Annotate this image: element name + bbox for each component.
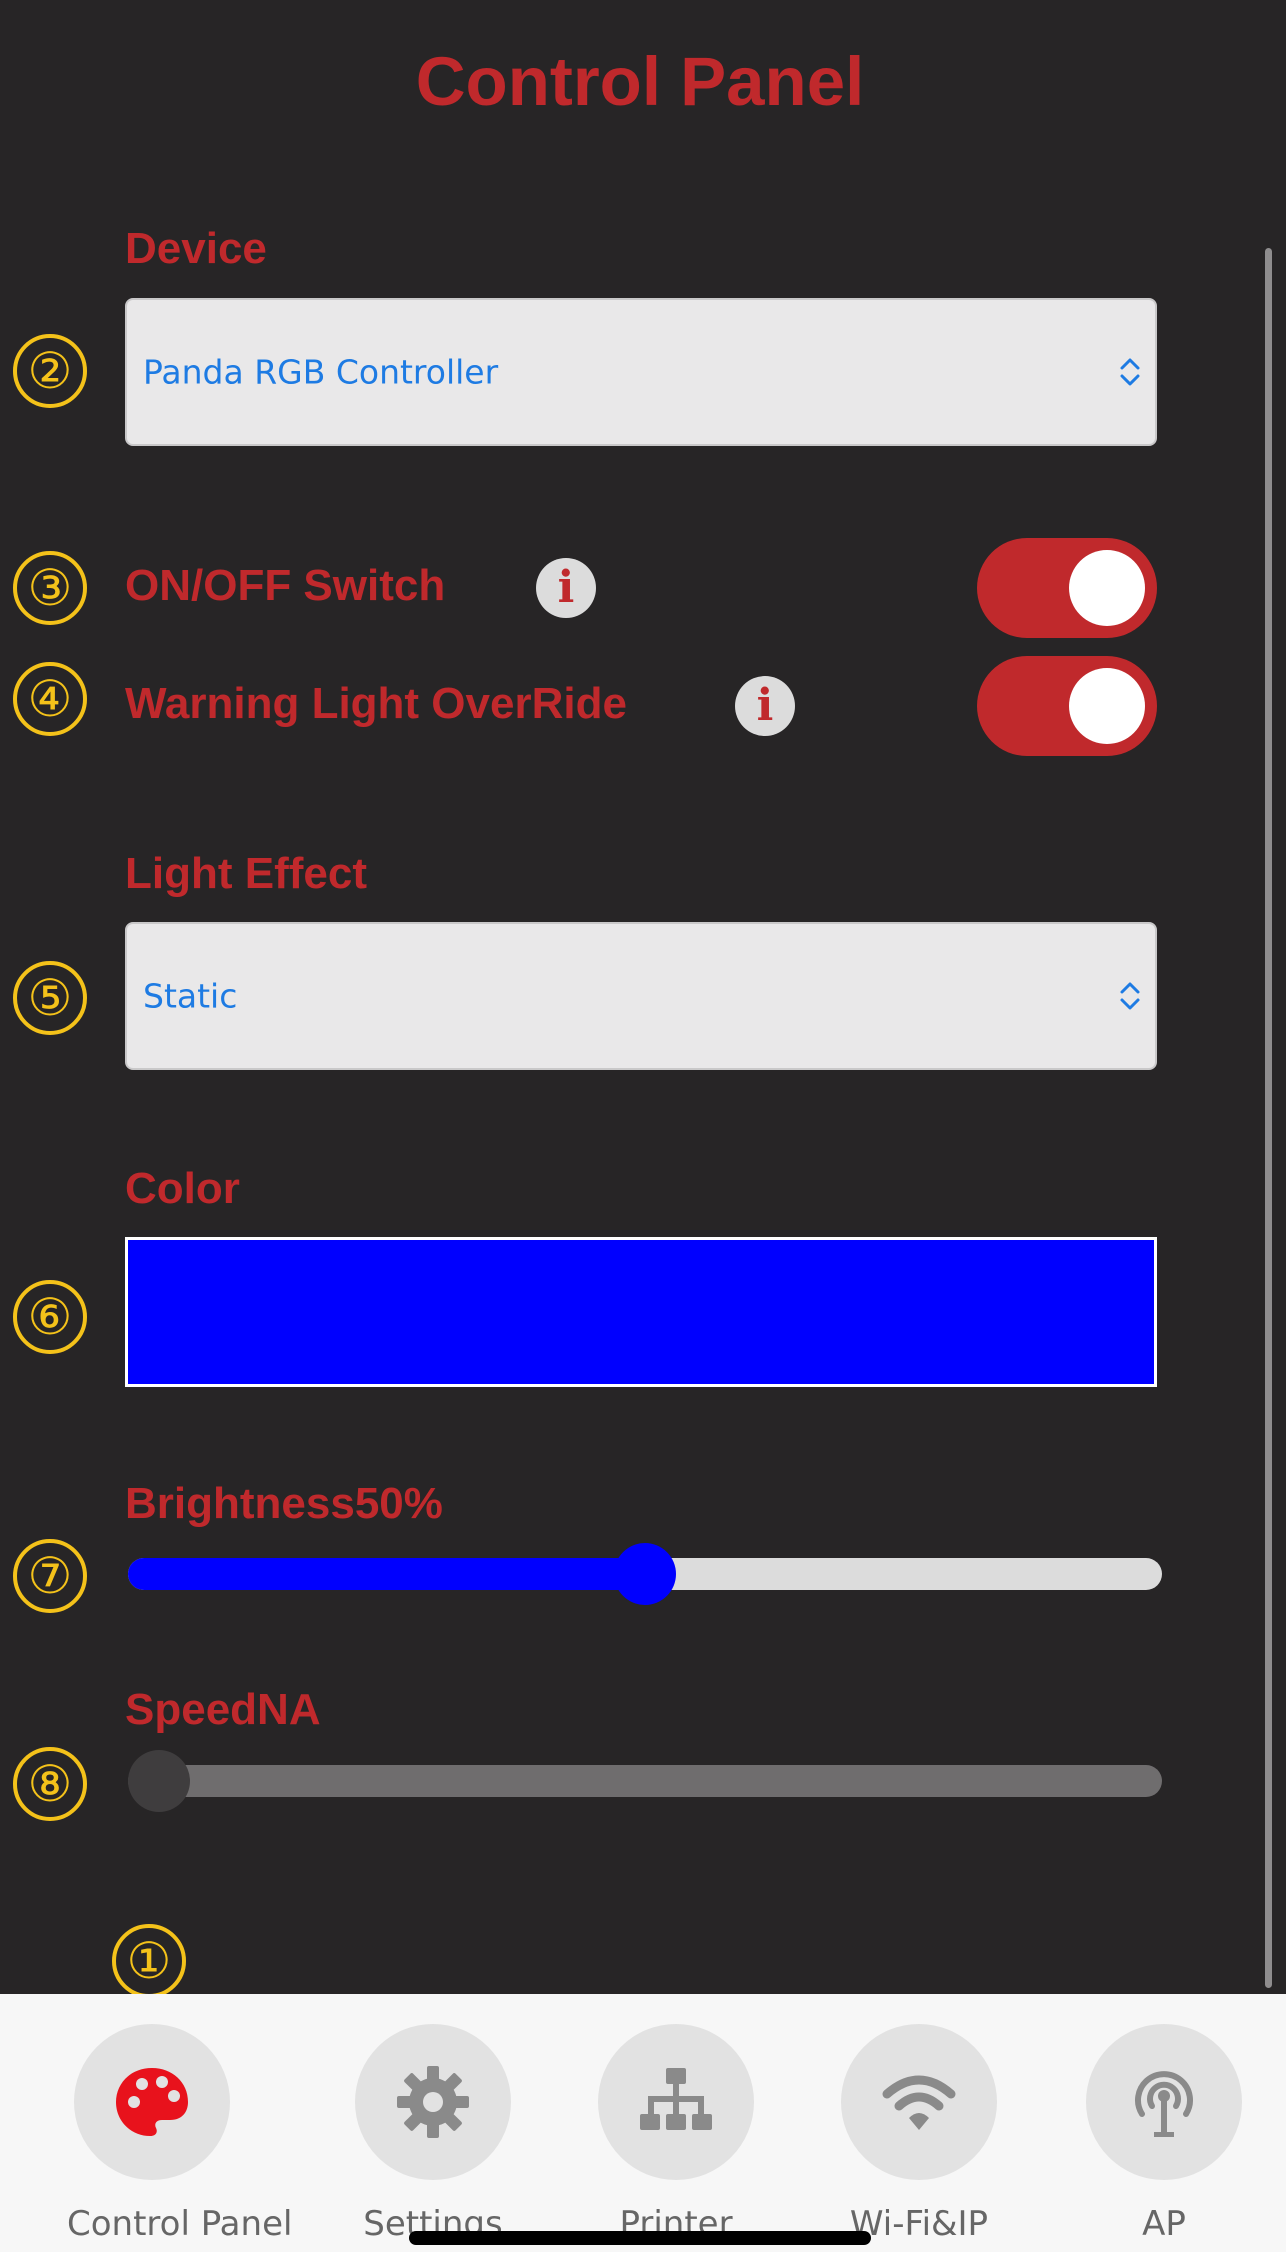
tab-settings[interactable]: Settings (348, 2024, 518, 2244)
scrollbar[interactable] (1265, 248, 1272, 1988)
home-indicator (409, 2231, 871, 2245)
marker-4: ④ (13, 662, 87, 736)
marker-1: ① (112, 1924, 186, 1998)
network-icon (640, 2068, 712, 2130)
palette-icon (116, 2068, 188, 2136)
light-effect-select[interactable]: Static (125, 922, 1157, 1070)
tab-icon-button[interactable] (74, 2024, 230, 2180)
tab-ap[interactable]: AP (1079, 2024, 1249, 2244)
on-off-info-icon[interactable]: i (536, 558, 596, 618)
light-effect-select-value: Static (143, 976, 238, 1016)
bottom-tab-bar: Control Panel Settings Printer Wi-Fi&IP … (0, 1994, 1286, 2252)
access-point-icon (1135, 2071, 1193, 2137)
gear-icon (397, 2066, 469, 2138)
tab-printer[interactable]: Printer (591, 2024, 761, 2244)
chevron-updown-icon (1120, 358, 1140, 386)
device-label: Device (125, 224, 267, 273)
tab-icon-button[interactable] (598, 2024, 754, 2180)
app-screen: Control Panel Device ② Panda RGB Control… (0, 0, 1286, 2252)
warning-override-toggle[interactable] (977, 656, 1157, 756)
speed-label: SpeedNA (125, 1685, 321, 1734)
brightness-slider-thumb[interactable] (614, 1543, 676, 1605)
wifi-icon (882, 2075, 956, 2130)
color-picker-swatch[interactable] (125, 1237, 1157, 1387)
tab-label: Control Panel (67, 2204, 293, 2244)
on-off-label: ON/OFF Switch (125, 561, 446, 610)
marker-3: ③ (13, 551, 87, 625)
brightness-label: Brightness50% (125, 1479, 443, 1528)
tab-wifi-ip[interactable]: Wi-Fi&IP (834, 2024, 1004, 2244)
warning-override-info-icon[interactable]: i (735, 676, 795, 736)
marker-7: ⑦ (13, 1539, 87, 1613)
light-effect-label: Light Effect (125, 849, 367, 898)
tab-icon-button[interactable] (1086, 2024, 1242, 2180)
tab-control-panel[interactable]: Control Panel (67, 2024, 293, 2244)
marker-6: ⑥ (13, 1280, 87, 1354)
speed-slider-thumb[interactable] (128, 1750, 190, 1812)
marker-5: ⑤ (13, 961, 87, 1035)
marker-8: ⑧ (13, 1747, 87, 1821)
color-label: Color (125, 1164, 240, 1213)
speed-slider[interactable] (128, 1750, 1162, 1812)
device-select-value: Panda RGB Controller (143, 352, 499, 392)
on-off-toggle[interactable] (977, 538, 1157, 638)
tab-icon-button[interactable] (841, 2024, 997, 2180)
brightness-slider[interactable] (128, 1543, 1162, 1605)
device-select[interactable]: Panda RGB Controller (125, 298, 1157, 446)
warning-override-label: Warning Light OverRide (125, 679, 627, 728)
toggle-knob (1069, 668, 1145, 744)
page-title: Control Panel (415, 43, 865, 120)
brightness-slider-fill (128, 1558, 645, 1590)
tab-label: AP (1142, 2204, 1186, 2244)
tab-icon-button[interactable] (355, 2024, 511, 2180)
chevron-updown-icon (1120, 982, 1140, 1010)
toggle-knob (1069, 550, 1145, 626)
marker-2: ② (13, 334, 87, 408)
